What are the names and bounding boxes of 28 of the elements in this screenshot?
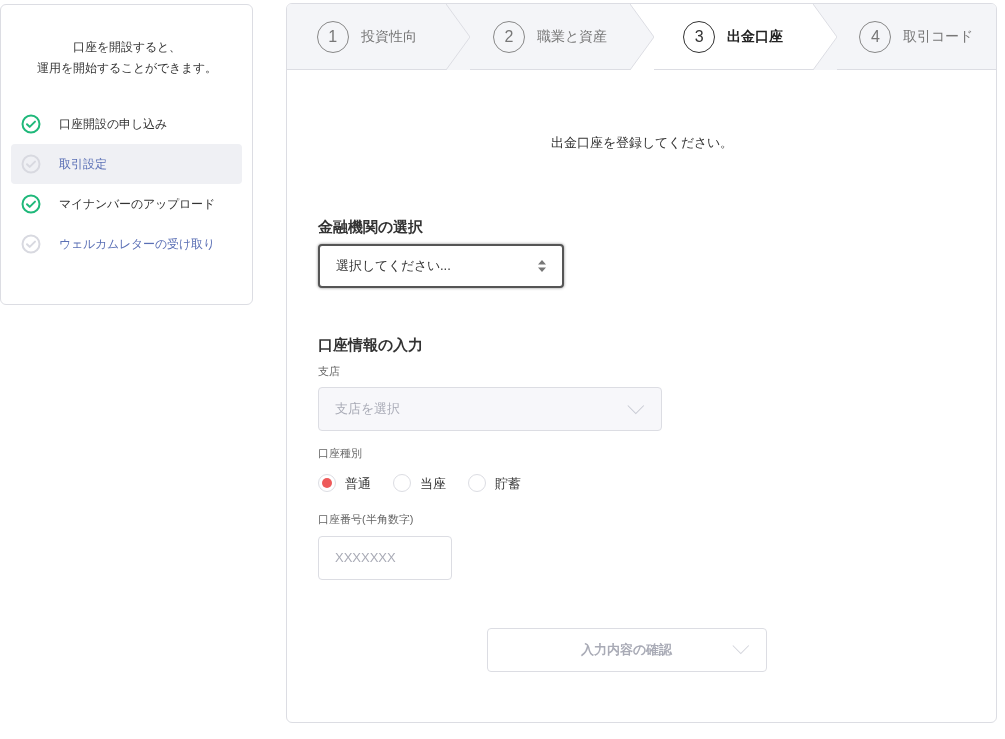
chevron-down-icon — [627, 403, 645, 415]
progress-label: マイナンバーのアップロード — [59, 196, 215, 213]
chevron-down-icon — [731, 643, 750, 655]
step-label: 職業と資産 — [536, 27, 607, 46]
radio-button[interactable] — [468, 474, 486, 493]
progress-label: 口座開設の申し込み — [59, 116, 167, 133]
step-label: 出金口座 — [727, 27, 784, 46]
field-label: 支店 — [318, 363, 341, 379]
field-label: 口座種別 — [318, 446, 363, 461]
section-heading: 口座情報の入力 — [318, 335, 424, 355]
intro-text: 運用を開始することができます。 — [36, 60, 217, 77]
section-heading: 金融機関の選択 — [318, 216, 424, 237]
radio-button[interactable] — [318, 474, 336, 493]
step-label: 投資性向 — [360, 27, 417, 46]
bank-select[interactable]: 選択してください... — [318, 244, 564, 288]
progress-item[interactable]: 取引設定 — [11, 144, 242, 184]
progress-label: ウェルカムレターの受け取り — [59, 236, 215, 253]
progress-label: 取引設定 — [59, 156, 107, 173]
field-label: 口座番号(半角数字) — [318, 512, 415, 527]
radio-option[interactable]: 貯蓄 — [468, 473, 521, 493]
step-label: 取引コード — [903, 27, 974, 46]
radio-button[interactable] — [393, 474, 411, 493]
intro-text: 口座を開設すると、 — [72, 39, 181, 56]
account-number-field[interactable]: XXXXXXX — [318, 535, 452, 580]
instruction-text: 出金口座を登録してください。 — [550, 134, 733, 152]
radio-option[interactable]: 当座 — [393, 473, 446, 493]
radio-option[interactable]: 普通 — [318, 473, 371, 493]
sort-arrows-icon — [538, 260, 546, 272]
